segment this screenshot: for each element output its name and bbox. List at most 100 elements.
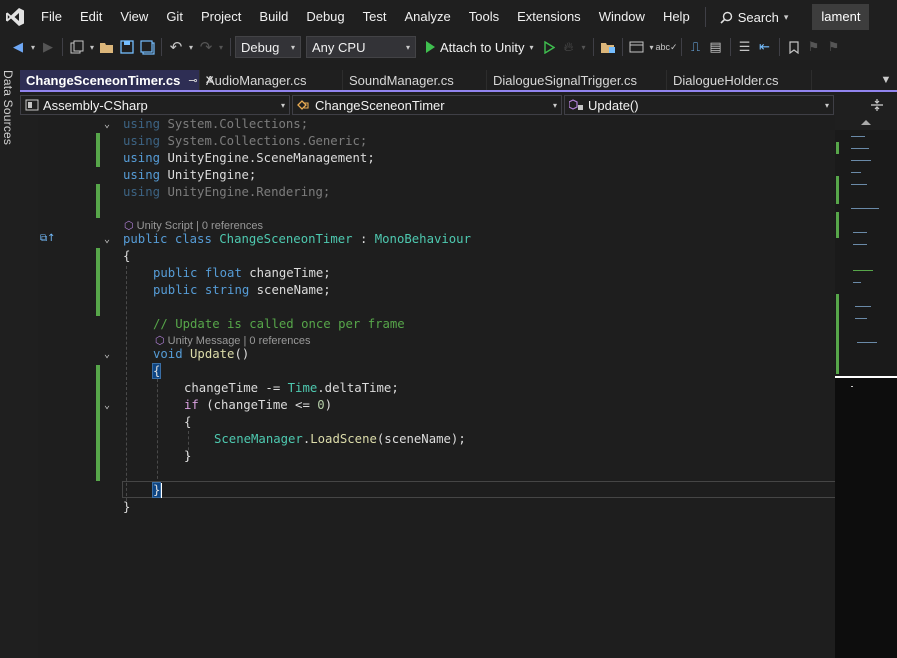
tab-label: DialogueSignalTrigger.cs <box>493 72 638 88</box>
code-line-4: using UnityEngine; <box>123 167 256 184</box>
configuration-value: Debug <box>241 39 280 55</box>
change-bar <box>96 133 100 167</box>
punctuation: () <box>234 347 250 361</box>
minimap-code-line <box>851 160 871 161</box>
menu-tools[interactable]: Tools <box>460 0 508 34</box>
code-text: (changeTime <= <box>198 398 318 412</box>
menu-git[interactable]: Git <box>157 0 192 34</box>
menu-edit[interactable]: Edit <box>71 0 111 34</box>
project-dropdown[interactable]: Assembly-CSharp ▾ <box>20 95 290 115</box>
layout-icon[interactable] <box>627 36 647 58</box>
minimap-viewport[interactable] <box>835 130 897 378</box>
current-line-highlight <box>122 481 853 498</box>
solution-name-badge[interactable]: lament <box>812 4 870 30</box>
save-icon[interactable] <box>117 36 137 58</box>
undo-icon[interactable]: ↶ <box>166 36 186 58</box>
search-button[interactable]: Search ▾ <box>712 4 797 30</box>
hot-reload-icon[interactable]: 🔥︎ <box>559 36 579 58</box>
minimap-change-bar <box>836 294 839 374</box>
navigate-back-icon[interactable]: ◀ <box>8 36 28 58</box>
menu-build[interactable]: Build <box>250 0 297 34</box>
browse-folder-icon[interactable] <box>598 36 618 58</box>
tab-overflow-icon[interactable]: ▼ <box>875 70 897 90</box>
change-bar <box>96 365 100 481</box>
menu-divider <box>704 7 706 27</box>
chevron-down-icon[interactable]: ▾ <box>186 36 196 58</box>
standard-toolbar: ◀ ▾ ▶ ▾ ↶ ▾ ↷ ▾ Debug ▾ Any CPU ▾ Attach… <box>0 34 897 60</box>
menu-analyze[interactable]: Analyze <box>395 0 459 34</box>
menu-view[interactable]: View <box>111 0 157 34</box>
keyword-using: using <box>123 168 161 182</box>
collapse-icon[interactable]: ⌄ <box>102 349 112 360</box>
navigate-forward-icon[interactable]: ▶ <box>38 36 58 58</box>
collapse-icon[interactable]: ⌄ <box>102 234 112 245</box>
minimap-scrollbar[interactable] <box>835 116 897 658</box>
tab-label: DialogueHolder.cs <box>673 72 779 88</box>
bookmark-toggle-icon[interactable]: ⎍ <box>686 36 706 58</box>
namespace-text: UnityEngine.Rendering; <box>167 185 331 199</box>
uncomment-lines-icon[interactable]: ⇤ <box>755 36 775 58</box>
visual-studio-logo-icon[interactable] <box>0 0 30 34</box>
chevron-down-icon[interactable]: ▾ <box>216 36 226 58</box>
comment-lines-icon[interactable]: ☰ <box>735 36 755 58</box>
chevron-down-icon[interactable]: ▾ <box>579 36 589 58</box>
spell-check-icon[interactable]: abc✓ <box>656 36 678 58</box>
keyword: public <box>153 283 198 297</box>
menu-file[interactable]: File <box>32 0 71 34</box>
minimap-code-line <box>853 244 867 245</box>
bookmark-icon[interactable] <box>784 36 804 58</box>
menu-debug[interactable]: Debug <box>297 0 353 34</box>
previous-bookmark-icon[interactable]: ⚑ <box>804 36 824 58</box>
navigation-bar: Assembly-CSharp ▾ ChangeSceneonTimer ▾ U… <box>20 94 897 116</box>
new-project-icon[interactable] <box>67 36 87 58</box>
minimap-code-line <box>851 136 865 137</box>
implementation-glyph-icon[interactable]: ⧉↑ <box>40 233 56 244</box>
change-bar <box>96 184 100 218</box>
code-text-area[interactable]: ⌄ ⌄ ⌄ ⌄ ⧉↑ using System.Collections; usi… <box>40 116 853 658</box>
tab-changesceneontimer[interactable]: ChangeSceneonTimer.cs ⊸ ✕ <box>20 70 215 90</box>
open-folder-icon[interactable] <box>97 36 117 58</box>
member-dropdown[interactable]: Update() ▾ <box>564 95 834 115</box>
solution-configuration-dropdown[interactable]: Debug ▾ <box>235 36 301 58</box>
save-all-icon[interactable] <box>137 36 157 58</box>
tab-dialogueholder[interactable]: DialogueHolder.cs <box>667 70 812 90</box>
collapse-icon[interactable]: ⌄ <box>102 400 112 411</box>
menu-window[interactable]: Window <box>590 0 654 34</box>
next-bookmark-icon[interactable]: ⚑ <box>824 36 844 58</box>
chevron-down-icon: ▾ <box>552 100 557 110</box>
search-icon <box>720 11 732 24</box>
class-dropdown[interactable]: ChangeSceneonTimer ▾ <box>292 95 562 115</box>
chevron-down-icon[interactable]: ▾ <box>87 36 97 58</box>
namespace-text: System.Collections; <box>167 117 309 131</box>
toolbar-divider <box>230 38 231 56</box>
chevron-down-icon[interactable]: ▾ <box>28 36 38 58</box>
pin-icon[interactable]: ⊸ <box>188 74 197 87</box>
code-line-call: SceneManager.LoadScene(sceneName); <box>214 431 466 448</box>
menu-project[interactable]: Project <box>192 0 250 34</box>
method-icon <box>569 99 583 110</box>
collapse-icon[interactable]: ⌄ <box>102 119 112 130</box>
tab-dialoguesignaltrigger[interactable]: DialogueSignalTrigger.cs <box>487 70 667 90</box>
code-editor[interactable]: ⌄ ⌄ ⌄ ⌄ ⧉↑ using System.Collections; usi… <box>20 116 853 658</box>
solution-platform-dropdown[interactable]: Any CPU ▾ <box>306 36 416 58</box>
change-bar <box>96 248 100 316</box>
redo-icon[interactable]: ↷ <box>196 36 216 58</box>
minimap-code-line <box>855 318 867 319</box>
toolbar-divider <box>592 38 594 56</box>
attach-to-unity-button[interactable]: Attach to Unity ▾ <box>421 40 539 55</box>
code-text: .deltaTime; <box>317 381 399 395</box>
code-map-icon[interactable]: ▤ <box>706 36 726 58</box>
tab-label: SoundManager.cs <box>349 72 454 88</box>
start-without-debugging-icon[interactable] <box>539 36 559 58</box>
scroll-up-button[interactable] <box>835 116 897 130</box>
menu-test[interactable]: Test <box>354 0 396 34</box>
keyword: float <box>204 266 242 280</box>
data-sources-tab[interactable]: Data Sources <box>1 70 15 145</box>
menu-help[interactable]: Help <box>654 0 699 34</box>
menu-extensions[interactable]: Extensions <box>508 0 590 34</box>
split-editor-icon[interactable] <box>857 98 897 112</box>
punctuation: : <box>359 232 368 246</box>
tab-soundmanager[interactable]: SoundManager.cs <box>343 70 487 90</box>
tab-audiomanager[interactable]: AudioManager.cs <box>200 70 343 90</box>
chevron-down-icon: ▾ <box>405 42 410 52</box>
